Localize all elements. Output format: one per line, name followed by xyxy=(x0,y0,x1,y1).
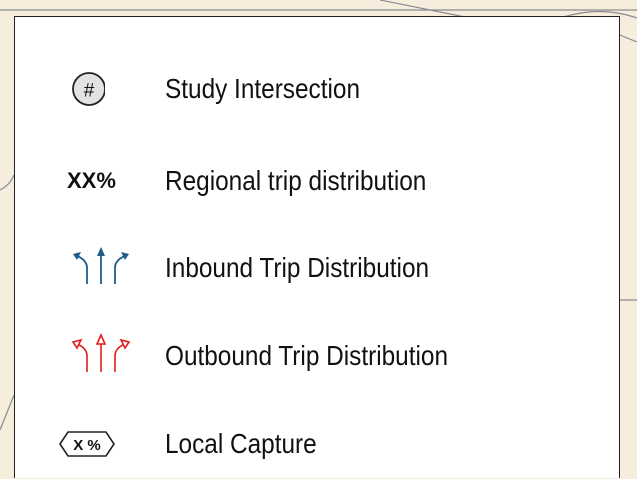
inbound-arrows-icon xyxy=(45,238,165,298)
legend-item-local-capture: X % Local Capture xyxy=(15,414,619,474)
regional-distribution-label: Regional trip distribution xyxy=(165,165,427,196)
map-legend: # Study Intersection XX% Regional trip d… xyxy=(14,16,620,478)
study-intersection-circle-icon: # xyxy=(45,59,165,119)
legend-item-study-intersection: # Study Intersection xyxy=(15,59,619,119)
legend-item-regional-distribution: XX% Regional trip distribution xyxy=(15,151,619,211)
legend-item-inbound: Inbound Trip Distribution xyxy=(15,238,619,298)
local-capture-label: Local Capture xyxy=(165,428,317,459)
outbound-arrows-icon xyxy=(45,326,165,386)
legend-item-outbound: Outbound Trip Distribution xyxy=(15,326,619,386)
regional-percent-text: XX% xyxy=(67,168,116,193)
svg-text:X %: X % xyxy=(73,437,101,454)
local-capture-hexagon-icon: X % xyxy=(45,414,165,474)
study-intersection-label: Study Intersection xyxy=(165,73,360,104)
outbound-distribution-label: Outbound Trip Distribution xyxy=(165,340,448,371)
inbound-distribution-label: Inbound Trip Distribution xyxy=(165,252,430,283)
svg-text:#: # xyxy=(84,81,95,102)
